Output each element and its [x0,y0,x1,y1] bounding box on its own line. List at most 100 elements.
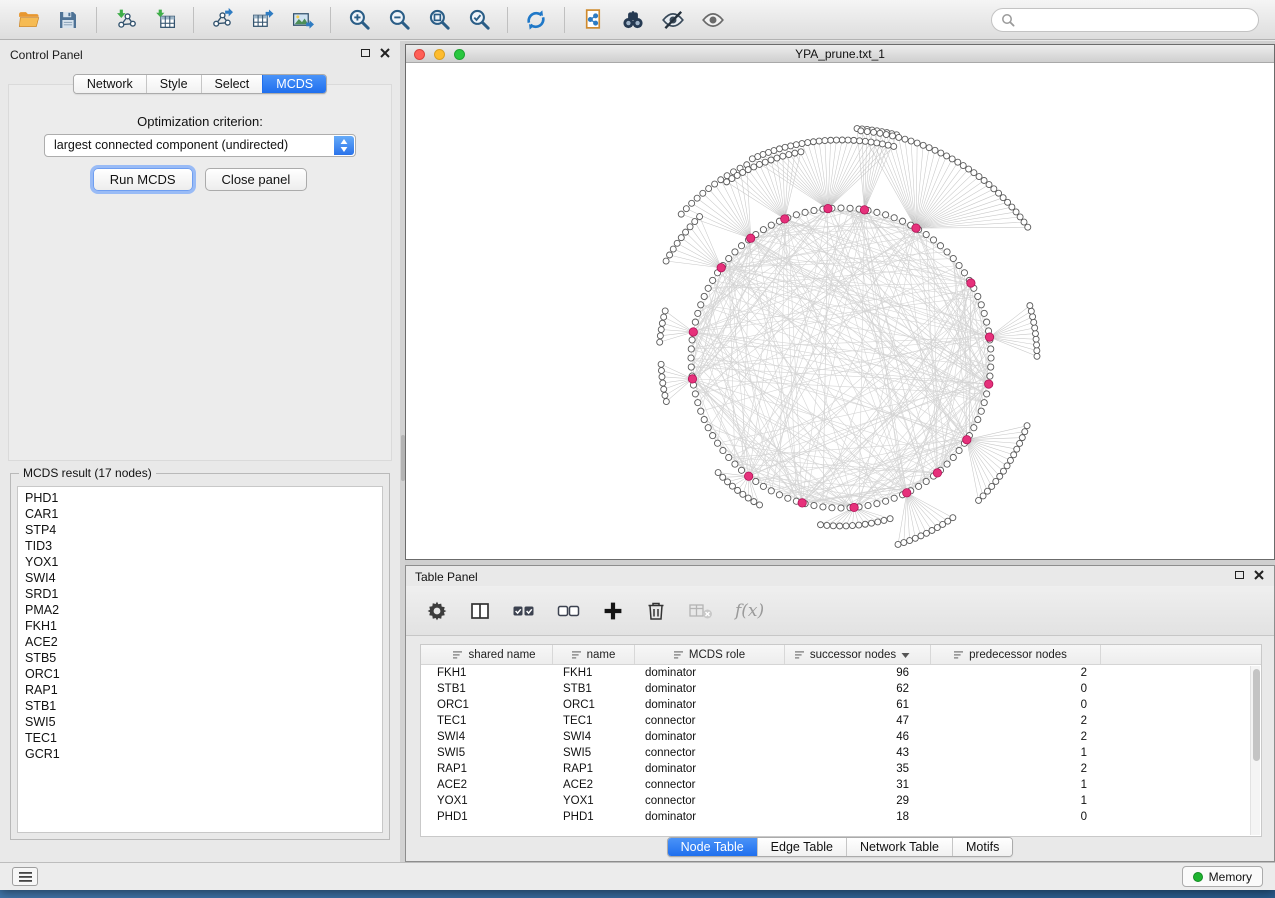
column-header-name[interactable]: name [553,645,635,664]
open-file-button[interactable] [8,3,48,37]
mcds-result-item[interactable]: YOX1 [18,554,382,570]
toolbar-separator [193,7,194,33]
function-builder-fx-icon[interactable]: f(x) [735,601,764,621]
network-window-titlebar[interactable]: YPA_prune.txt_1 [406,45,1274,63]
select-all-icon[interactable] [512,600,536,622]
optimization-criterion-dropdown[interactable]: largest connected component (undirected) [44,134,356,157]
mcds-result-item[interactable]: TEC1 [18,730,382,746]
tab-mcds[interactable]: MCDS [262,75,326,93]
close-table-panel-icon[interactable] [1254,570,1264,580]
memory-status-icon [1193,872,1203,882]
save-session-button[interactable] [48,3,88,37]
zoom-out-button[interactable] [379,3,419,37]
table-scrollbar-thumb[interactable] [1253,669,1260,761]
table-cell: SWI5 [553,745,635,761]
table-cell: dominator [635,729,785,745]
tab-network[interactable]: Network [74,75,146,93]
table-row[interactable]: ACE2ACE2connector311 [421,777,1261,793]
table-row[interactable]: TEC1TEC1connector472 [421,713,1261,729]
mcds-result-item[interactable]: SWI5 [18,714,382,730]
tab-edge-table[interactable]: Edge Table [757,838,846,856]
close-panel-icon[interactable] [380,48,390,58]
mcds-result-item[interactable]: CAR1 [18,506,382,522]
export-network-button[interactable] [202,3,242,37]
table-settings-gear-icon[interactable] [426,600,448,622]
status-menu-button[interactable] [12,867,38,886]
search-box [991,8,1259,32]
deselect-all-icon[interactable] [557,600,581,622]
mcds-result-item[interactable]: FKH1 [18,618,382,634]
table-cell [1101,777,1261,793]
mcds-result-item[interactable]: STP4 [18,522,382,538]
memory-button[interactable]: Memory [1182,866,1263,887]
share-document-button[interactable] [573,3,613,37]
table-cell: connector [635,745,785,761]
table-row[interactable]: SWI4SWI4dominator462 [421,729,1261,745]
table-cell: 1 [931,777,1101,793]
mcds-result-item[interactable]: ORC1 [18,666,382,682]
table-row[interactable]: RAP1RAP1dominator352 [421,761,1261,777]
delete-column-icon[interactable] [645,600,667,622]
zoom-in-button[interactable] [339,3,379,37]
table-row[interactable]: SWI5SWI5connector431 [421,745,1261,761]
table-cell [1101,809,1261,825]
binoculars-icon [621,8,645,32]
show-details-button[interactable] [693,3,733,37]
table-cell: SWI4 [553,729,635,745]
mcds-result-item[interactable]: SRD1 [18,586,382,602]
mcds-result-item[interactable]: RAP1 [18,682,382,698]
column-header-predecessor-nodes[interactable]: predecessor nodes [931,645,1101,664]
search-input[interactable] [1021,13,1249,27]
float-panel-icon[interactable] [361,49,370,57]
tab-select[interactable]: Select [201,75,263,93]
network-canvas[interactable] [406,63,1274,559]
table-cell: connector [635,713,785,729]
delete-table-icon[interactable] [688,600,714,622]
table-cell: YOX1 [421,793,553,809]
table-cell: 0 [931,681,1101,697]
main-toolbar [0,0,1275,40]
refresh-layout-button[interactable] [516,3,556,37]
table-row[interactable]: FKH1FKH1dominator962 [421,665,1261,681]
zoom-selected-button[interactable] [459,3,499,37]
import-network-button[interactable] [105,3,145,37]
table-cell: SWI4 [421,729,553,745]
dropdown-value: largest connected component (undirected) [54,138,288,152]
column-header-mcds-role[interactable]: MCDS role [635,645,785,664]
mcds-result-item[interactable]: STB1 [18,698,382,714]
find-binoculars-button[interactable] [613,3,653,37]
mcds-result-item[interactable]: TID3 [18,538,382,554]
table-row[interactable]: ORC1ORC1dominator610 [421,697,1261,713]
column-header-shared-name[interactable]: shared name [421,645,553,664]
import-table-button[interactable] [145,3,185,37]
run-mcds-button[interactable]: Run MCDS [93,168,193,191]
splitter-grip[interactable] [401,435,405,481]
table-row[interactable]: STB1STB1dominator620 [421,681,1261,697]
zoom-fit-button[interactable] [419,3,459,37]
table-cell: 0 [931,809,1101,825]
show-columns-icon[interactable] [469,600,491,622]
close-panel-button[interactable]: Close panel [205,168,308,191]
column-header-successor-nodes[interactable]: successor nodes [785,645,931,664]
table-row[interactable]: PHD1PHD1dominator180 [421,809,1261,825]
mcds-result-item[interactable]: PHD1 [18,490,382,506]
mcds-result-item[interactable]: GCR1 [18,746,382,762]
tab-node-table[interactable]: Node Table [668,838,757,856]
float-table-panel-icon[interactable] [1235,571,1244,579]
tab-motifs[interactable]: Motifs [952,838,1012,856]
add-column-icon[interactable] [602,600,624,622]
table-scrollbar[interactable] [1250,666,1260,835]
application-window: Control Panel Network Style Select MCDS … [0,0,1275,890]
export-image-button[interactable] [282,3,322,37]
mcds-result-item[interactable]: ACE2 [18,634,382,650]
export-table-button[interactable] [242,3,282,37]
tab-network-table[interactable]: Network Table [846,838,952,856]
table-cell: 1 [931,793,1101,809]
mcds-result-item[interactable]: STB5 [18,650,382,666]
mcds-result-item[interactable]: SWI4 [18,570,382,586]
search-icon [1001,13,1015,27]
mcds-result-item[interactable]: PMA2 [18,602,382,618]
table-row[interactable]: YOX1YOX1connector291 [421,793,1261,809]
tab-style[interactable]: Style [146,75,201,93]
hide-details-button[interactable] [653,3,693,37]
